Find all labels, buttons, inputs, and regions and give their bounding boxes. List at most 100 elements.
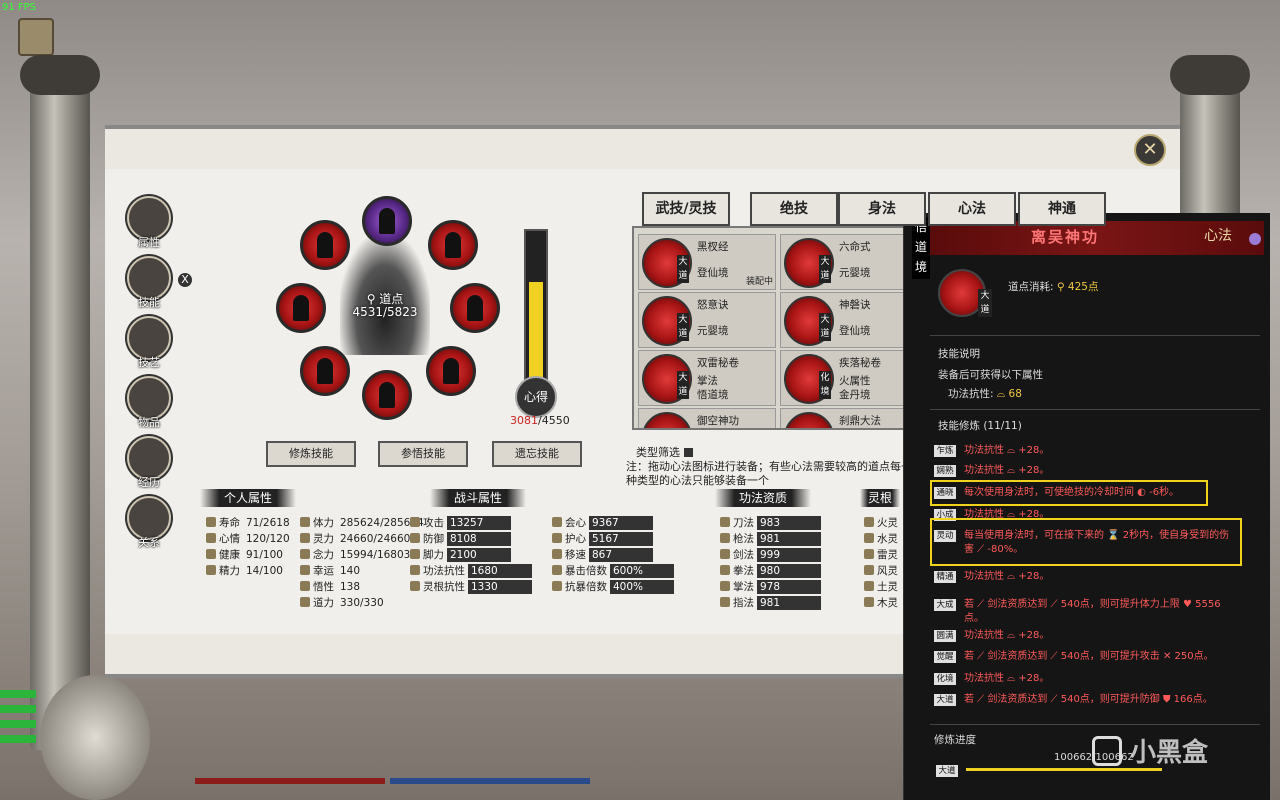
attribute-value: 8108 (447, 532, 511, 546)
skill-card[interactable]: 大道 双雷秘卷 掌法 悟道境 (638, 350, 776, 406)
highlight-box (930, 480, 1208, 506)
attribute-row: 防御 8108 (410, 532, 511, 546)
attribute-row: 掌法 978 (720, 580, 821, 594)
nav-label: 技艺 (138, 356, 160, 369)
attribute-icon (206, 533, 216, 543)
attribute-row: 心情 120/120 (206, 532, 290, 546)
attribute-row: 剑法 999 (720, 548, 821, 562)
battle-attributes-header: 战斗属性 (430, 489, 526, 507)
attribute-row: 灵力 24660/24660 (300, 532, 410, 546)
tooltip-desc-header: 技能说明 (938, 348, 980, 360)
skill-realm: 登仙境 (697, 267, 729, 279)
skill-card[interactable]: 大道 黑杈经 登仙境 装配中 (638, 234, 776, 290)
attribute-icon (720, 597, 730, 607)
skill-slot-icon[interactable] (428, 220, 478, 270)
attribute-icon (206, 517, 216, 527)
skill-name: 双雷秘卷 (697, 357, 739, 369)
attribute-icon (300, 581, 310, 591)
watermark-text: 小黑盒 (1130, 738, 1209, 768)
attribute-label: 防御 (423, 533, 444, 545)
nav-crafts[interactable]: 技艺 (126, 316, 172, 370)
attribute-row: 幸运 140 (300, 564, 360, 578)
attribute-row: 枪法 981 (720, 532, 821, 546)
nav-skills[interactable]: 技能 (126, 256, 172, 310)
attribute-icon (410, 517, 420, 527)
attribute-label: 悟性 (313, 581, 334, 593)
equipped-tag: 装配中 (745, 277, 773, 287)
attribute-icon (206, 549, 216, 559)
nav-history[interactable]: 经历 (126, 436, 172, 490)
attribute-label: 脚力 (423, 549, 444, 561)
scroll-rod-left (30, 60, 90, 750)
practice-skill-button[interactable]: 修炼技能 (266, 441, 356, 467)
attribute-label: 心情 (219, 533, 240, 545)
attribute-value: 9367 (589, 516, 653, 530)
nav-relations[interactable]: 关系 (126, 496, 172, 550)
attribute-value: 140 (340, 565, 361, 577)
tab-skill-type[interactable]: 神通 (1018, 192, 1106, 226)
skill-attribute: 火属性 (839, 375, 871, 387)
skill-slot-icon[interactable] (276, 283, 326, 333)
attribute-row: 灵根抗性 1330 (410, 580, 532, 594)
equip-note: 注：拖动心法图标进行装备；有些心法需要较高的道点每一种类型的心法只能够装备一个 (626, 460, 912, 487)
rank-badge: 化境 (934, 673, 956, 685)
divider (930, 409, 1260, 410)
skill-icon (642, 412, 692, 428)
attribute-row: 功法抗性 1680 (410, 564, 532, 578)
skill-card[interactable]: 化境 疾落秘卷 火属性 金丹境 (780, 350, 910, 406)
attribute-value: 120/120 (246, 533, 290, 545)
attribute-value: 983 (757, 516, 821, 530)
skill-card[interactable]: 御空神功 (638, 408, 776, 428)
skill-slot-icon[interactable] (300, 346, 350, 396)
skill-card[interactable]: 刹鼎大法 (780, 408, 910, 428)
attribute-label: 体力 (313, 517, 334, 529)
tab-skill-type[interactable]: 武技/灵技 (642, 192, 730, 226)
tab-skill-type[interactable]: 心法 (928, 192, 1016, 226)
nav-label: 物品 (138, 416, 160, 429)
skill-tooltip: 悟道境 离吴神功 心法 大道 道点消耗: ⚲ 425点 技能说明 装备后可获得以… (903, 213, 1270, 800)
skill-attribute: 掌法 (697, 375, 718, 387)
attribute-row: 雷灵 (864, 548, 898, 562)
nav-close-x[interactable]: X (178, 273, 192, 287)
skill-slot-icon[interactable] (426, 346, 476, 396)
attribute-value: 330/330 (340, 597, 384, 609)
xinde-gauge (524, 229, 548, 383)
skill-slot-icon[interactable] (300, 220, 350, 270)
attribute-value: 2100 (447, 548, 511, 562)
status-bar (0, 735, 36, 743)
status-bar (0, 690, 36, 698)
skill-slot-icon[interactable] (450, 283, 500, 333)
attribute-icon (552, 549, 562, 559)
attribute-row: 寿命 71/2618 (206, 516, 290, 530)
skill-name: 刹鼎大法 (839, 415, 881, 427)
attribute-row: 水灵 (864, 532, 898, 546)
skill-card[interactable]: 大道 神磐诀 登仙境 (780, 292, 910, 348)
nav-attributes[interactable]: 属性 (126, 196, 172, 250)
close-button[interactable]: ✕ (1134, 134, 1166, 166)
tab-skill-type[interactable]: 身法 (838, 192, 926, 226)
skill-card[interactable]: 大道 六命式 元婴境 (780, 234, 910, 290)
scroll-menu-icon[interactable] (18, 18, 54, 56)
skill-card[interactable]: 大道 怒意诀 元婴境 (638, 292, 776, 348)
scroll-cap (20, 55, 100, 95)
attribute-icon (552, 581, 562, 591)
type-filter[interactable]: 类型筛选 (636, 444, 693, 460)
nav-items[interactable]: 物品 (126, 376, 172, 430)
rank-badge: 大成 (934, 599, 956, 611)
player-portrait[interactable] (40, 675, 150, 800)
health-bar (195, 778, 385, 784)
attribute-icon (864, 549, 874, 559)
rank-effect-text: 若 ⟋ 剑法资质达到 ⟋ 540点，则可提升体力上限 ♥ 5556点。 (964, 599, 1221, 624)
attribute-label: 念力 (313, 549, 334, 561)
skill-slot-icon[interactable] (362, 196, 412, 246)
attribute-label: 寿命 (219, 517, 240, 529)
enlighten-skill-button[interactable]: 参悟技能 (378, 441, 468, 467)
attribute-value: 978 (757, 580, 821, 594)
skill-slot-icon[interactable] (362, 370, 412, 420)
attribute-row: 会心 9367 (552, 516, 653, 530)
forget-skill-button[interactable]: 遗忘技能 (492, 441, 582, 467)
nav-label: 属性 (138, 236, 160, 249)
scroll-cap (1170, 55, 1250, 95)
attribute-row: 体力 285624/285624 (300, 516, 424, 530)
tab-skill-type[interactable]: 绝技 (750, 192, 838, 226)
